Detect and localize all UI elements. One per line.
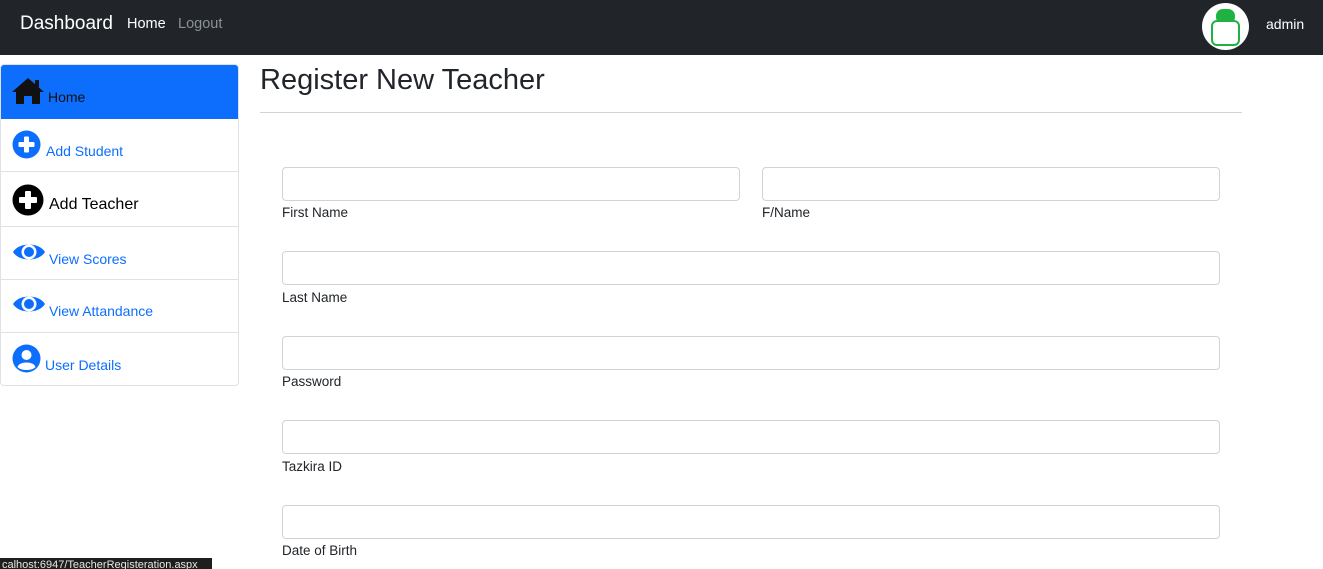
user-circle-icon bbox=[12, 344, 41, 378]
last-name-label: Last Name bbox=[282, 290, 348, 305]
title-divider bbox=[260, 112, 1242, 113]
last-name-field[interactable] bbox=[282, 251, 1220, 285]
top-navbar: Dashboard Home Logout admin bbox=[0, 0, 1323, 55]
sidebar-item-add-student[interactable]: Add Student bbox=[1, 119, 238, 172]
home-icon bbox=[11, 77, 45, 110]
status-url: calhost:6947/TeacherRegisteration.aspx bbox=[2, 559, 198, 569]
father-name-label: F/Name bbox=[762, 205, 811, 220]
user-avatar-icon[interactable] bbox=[1202, 3, 1249, 50]
date-of-birth-field[interactable] bbox=[282, 505, 1220, 539]
tazkira-id-label: Tazkira ID bbox=[282, 459, 343, 474]
sidebar-item-label: Add Student bbox=[46, 143, 124, 159]
sidebar-item-label: Home bbox=[48, 89, 86, 105]
brand-link[interactable]: Dashboard bbox=[20, 13, 113, 35]
sidebar-item-view-scores[interactable]: View Scores bbox=[1, 227, 238, 280]
password-label: Password bbox=[282, 374, 342, 389]
plus-circle-icon bbox=[12, 130, 41, 164]
sidebar-item-view-attandance[interactable]: View Attandance bbox=[1, 280, 238, 333]
password-field[interactable] bbox=[282, 336, 1220, 370]
nav-logout-link[interactable]: Logout bbox=[178, 16, 222, 32]
first-name-field[interactable] bbox=[282, 167, 740, 201]
sidebar: Home Add Student Add Teacher View Scores… bbox=[0, 64, 239, 386]
page-title: Register New Teacher bbox=[260, 64, 545, 96]
sidebar-item-add-teacher[interactable]: Add Teacher bbox=[1, 172, 238, 227]
sidebar-item-label: View Scores bbox=[49, 251, 127, 267]
sidebar-item-label: User Details bbox=[45, 357, 122, 373]
eye-icon bbox=[12, 292, 46, 321]
eye-icon bbox=[12, 240, 46, 269]
sidebar-item-home[interactable]: Home bbox=[1, 65, 238, 119]
nav-home-link[interactable]: Home bbox=[127, 16, 166, 32]
username-label[interactable]: admin bbox=[1266, 16, 1304, 32]
first-name-label: First Name bbox=[282, 205, 349, 220]
sidebar-item-label: Add Teacher bbox=[49, 196, 139, 213]
browser-status-bar: calhost:6947/TeacherRegisteration.aspx bbox=[0, 558, 212, 569]
father-name-field[interactable] bbox=[762, 167, 1220, 201]
sidebar-item-user-details[interactable]: User Details bbox=[1, 333, 238, 385]
plus-circle-icon bbox=[12, 184, 44, 221]
sidebar-item-label: View Attandance bbox=[49, 303, 154, 319]
tazkira-id-field[interactable] bbox=[282, 420, 1220, 454]
date-of-birth-label: Date of Birth bbox=[282, 543, 358, 558]
